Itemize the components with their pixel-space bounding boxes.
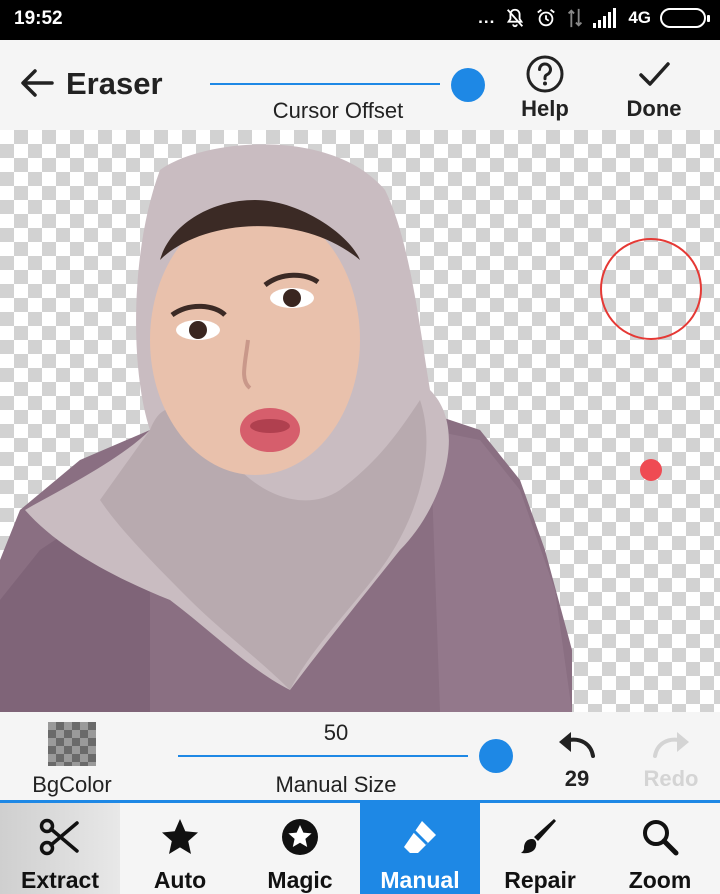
page-title: Eraser — [66, 66, 163, 101]
tab-extract-label: Extract — [21, 867, 99, 893]
tab-manual[interactable]: Manual — [360, 803, 480, 894]
redo-button[interactable]: Redo — [638, 732, 704, 798]
manual-size-label: Manual Size — [275, 772, 397, 797]
alarm-icon — [537, 9, 556, 27]
tool-tabs: Extract Auto Magic Manual Repair Zoom — [0, 800, 720, 894]
redo-icon — [653, 732, 689, 758]
toolbar: Eraser Cursor Offset Help Done — [0, 40, 720, 130]
tab-extract[interactable]: Extract — [0, 803, 120, 894]
undo-count: 29 — [564, 766, 590, 791]
tab-manual-label: Manual — [380, 867, 460, 893]
tab-repair-label: Repair — [504, 867, 576, 893]
manual-size-thumb[interactable] — [479, 739, 513, 773]
data-icon — [568, 8, 583, 28]
more-dots: ... — [478, 8, 496, 27]
cursor-offset-label: Cursor Offset — [272, 98, 404, 123]
help-label: Help — [521, 96, 569, 121]
search-icon — [643, 820, 679, 856]
help-icon — [526, 55, 564, 93]
tab-magic[interactable]: Magic — [240, 803, 360, 894]
check-icon — [639, 62, 670, 86]
subject-photo — [0, 144, 572, 712]
brush-icon — [521, 819, 556, 854]
cursor-offset-track[interactable] — [210, 83, 440, 85]
tab-zoom-label: Zoom — [628, 867, 692, 893]
eraser-cursor-ring[interactable] — [600, 238, 702, 340]
image-canvas[interactable] — [0, 130, 720, 712]
done-label: Done — [626, 96, 682, 121]
star-icon — [162, 819, 198, 854]
network-type: 4G — [628, 8, 651, 27]
scissors-icon — [39, 818, 79, 856]
bgcolor-label: BgColor — [32, 772, 112, 797]
back-arrow-icon[interactable] — [14, 60, 60, 106]
undo-button[interactable]: 29 — [544, 732, 610, 798]
manual-size-track[interactable] — [178, 755, 468, 757]
bgcolor-button[interactable]: BgColor — [20, 718, 124, 798]
eraser-cursor-dot[interactable] — [640, 459, 662, 481]
eraser-icon — [404, 821, 436, 853]
status-time: 19:52 — [14, 8, 63, 29]
tab-auto[interactable]: Auto — [120, 803, 240, 894]
redo-label: Redo — [643, 766, 699, 791]
tab-repair[interactable]: Repair — [480, 803, 600, 894]
manual-size-value: 50 — [323, 720, 349, 745]
done-button[interactable]: Done — [609, 54, 699, 124]
tab-zoom[interactable]: Zoom — [600, 803, 720, 894]
size-bar: BgColor 50 Manual Size 29 Redo — [0, 712, 720, 800]
signal-icon — [593, 8, 617, 28]
status-icons: ... 4G — [478, 7, 710, 29]
checkerboard-icon — [48, 722, 96, 766]
magic-star-icon — [282, 819, 318, 855]
status-bar: 19:52 ... 4G — [0, 0, 720, 40]
mute-icon — [507, 8, 524, 28]
tab-magic-label: Magic — [267, 867, 333, 893]
undo-icon — [559, 732, 595, 758]
help-button[interactable]: Help — [500, 54, 590, 124]
cursor-offset-thumb[interactable] — [451, 68, 485, 102]
tab-auto-label: Auto — [153, 867, 207, 893]
battery-icon — [660, 8, 710, 28]
